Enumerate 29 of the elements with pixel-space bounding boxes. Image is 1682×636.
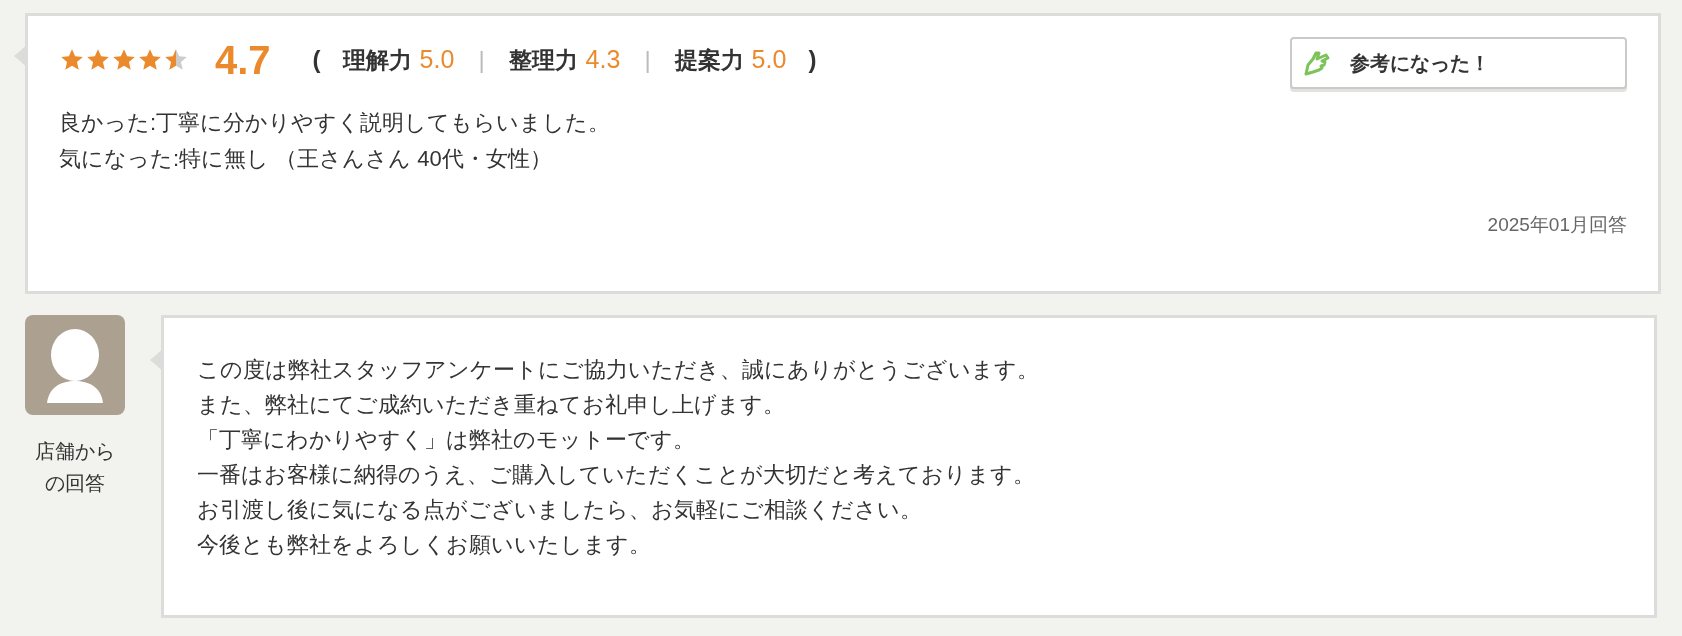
reply-text-line: お引渡し後に気になる点がございましたら、お気軽にご相談ください。 bbox=[197, 496, 923, 524]
reply-text-line: この度は弊社スタッフアンケートにご協力いただき、誠にありがとうございます。 bbox=[197, 356, 1040, 384]
star-icon bbox=[111, 47, 137, 73]
avatar-icon bbox=[25, 315, 125, 415]
separator: | bbox=[644, 45, 651, 75]
reply-author-label: 店舗から bbox=[35, 439, 115, 464]
subscore-label: 整理力 bbox=[508, 45, 578, 75]
reply-text-line: 「丁寧にわかりやすく」は弊社のモットーです。 bbox=[197, 426, 696, 454]
star-icon bbox=[85, 47, 111, 73]
star-icon bbox=[137, 47, 163, 73]
reply-author-label: の回答 bbox=[45, 471, 105, 496]
close-parenthesis: ) bbox=[808, 45, 817, 75]
open-parenthesis: ( bbox=[312, 45, 321, 75]
separator: | bbox=[478, 45, 485, 75]
star-icon bbox=[59, 47, 85, 73]
subscore-value: 4.3 bbox=[585, 44, 621, 76]
reply-text-line: また、弊社にてご成約いただき重ねてお礼申し上げます。 bbox=[197, 391, 786, 419]
review-comment: 気になった:特に無し （王さんさん 40代・女性） bbox=[59, 145, 553, 173]
answer-date: 2025年01月回答 bbox=[1487, 213, 1627, 237]
overall-score: 4.7 bbox=[215, 40, 271, 80]
subscore-label: 提案力 bbox=[674, 45, 744, 75]
reply-text-line: 一番はお客様に納得のうえ、ご購入していただくことが大切だと考えております。 bbox=[197, 461, 1036, 489]
helpful-button[interactable]: 参考になった！ bbox=[1290, 37, 1627, 89]
subscore-label: 理解力 bbox=[342, 45, 412, 75]
review-comment: 良かった:丁寧に分かりやすく説明してもらいました。 bbox=[59, 109, 612, 137]
subscore-value: 5.0 bbox=[419, 44, 455, 76]
subscore-value: 5.0 bbox=[751, 44, 787, 76]
star-icon bbox=[163, 47, 189, 73]
reply-text-line: 今後とも弊社をよろしくお願いいたします。 bbox=[197, 531, 652, 559]
